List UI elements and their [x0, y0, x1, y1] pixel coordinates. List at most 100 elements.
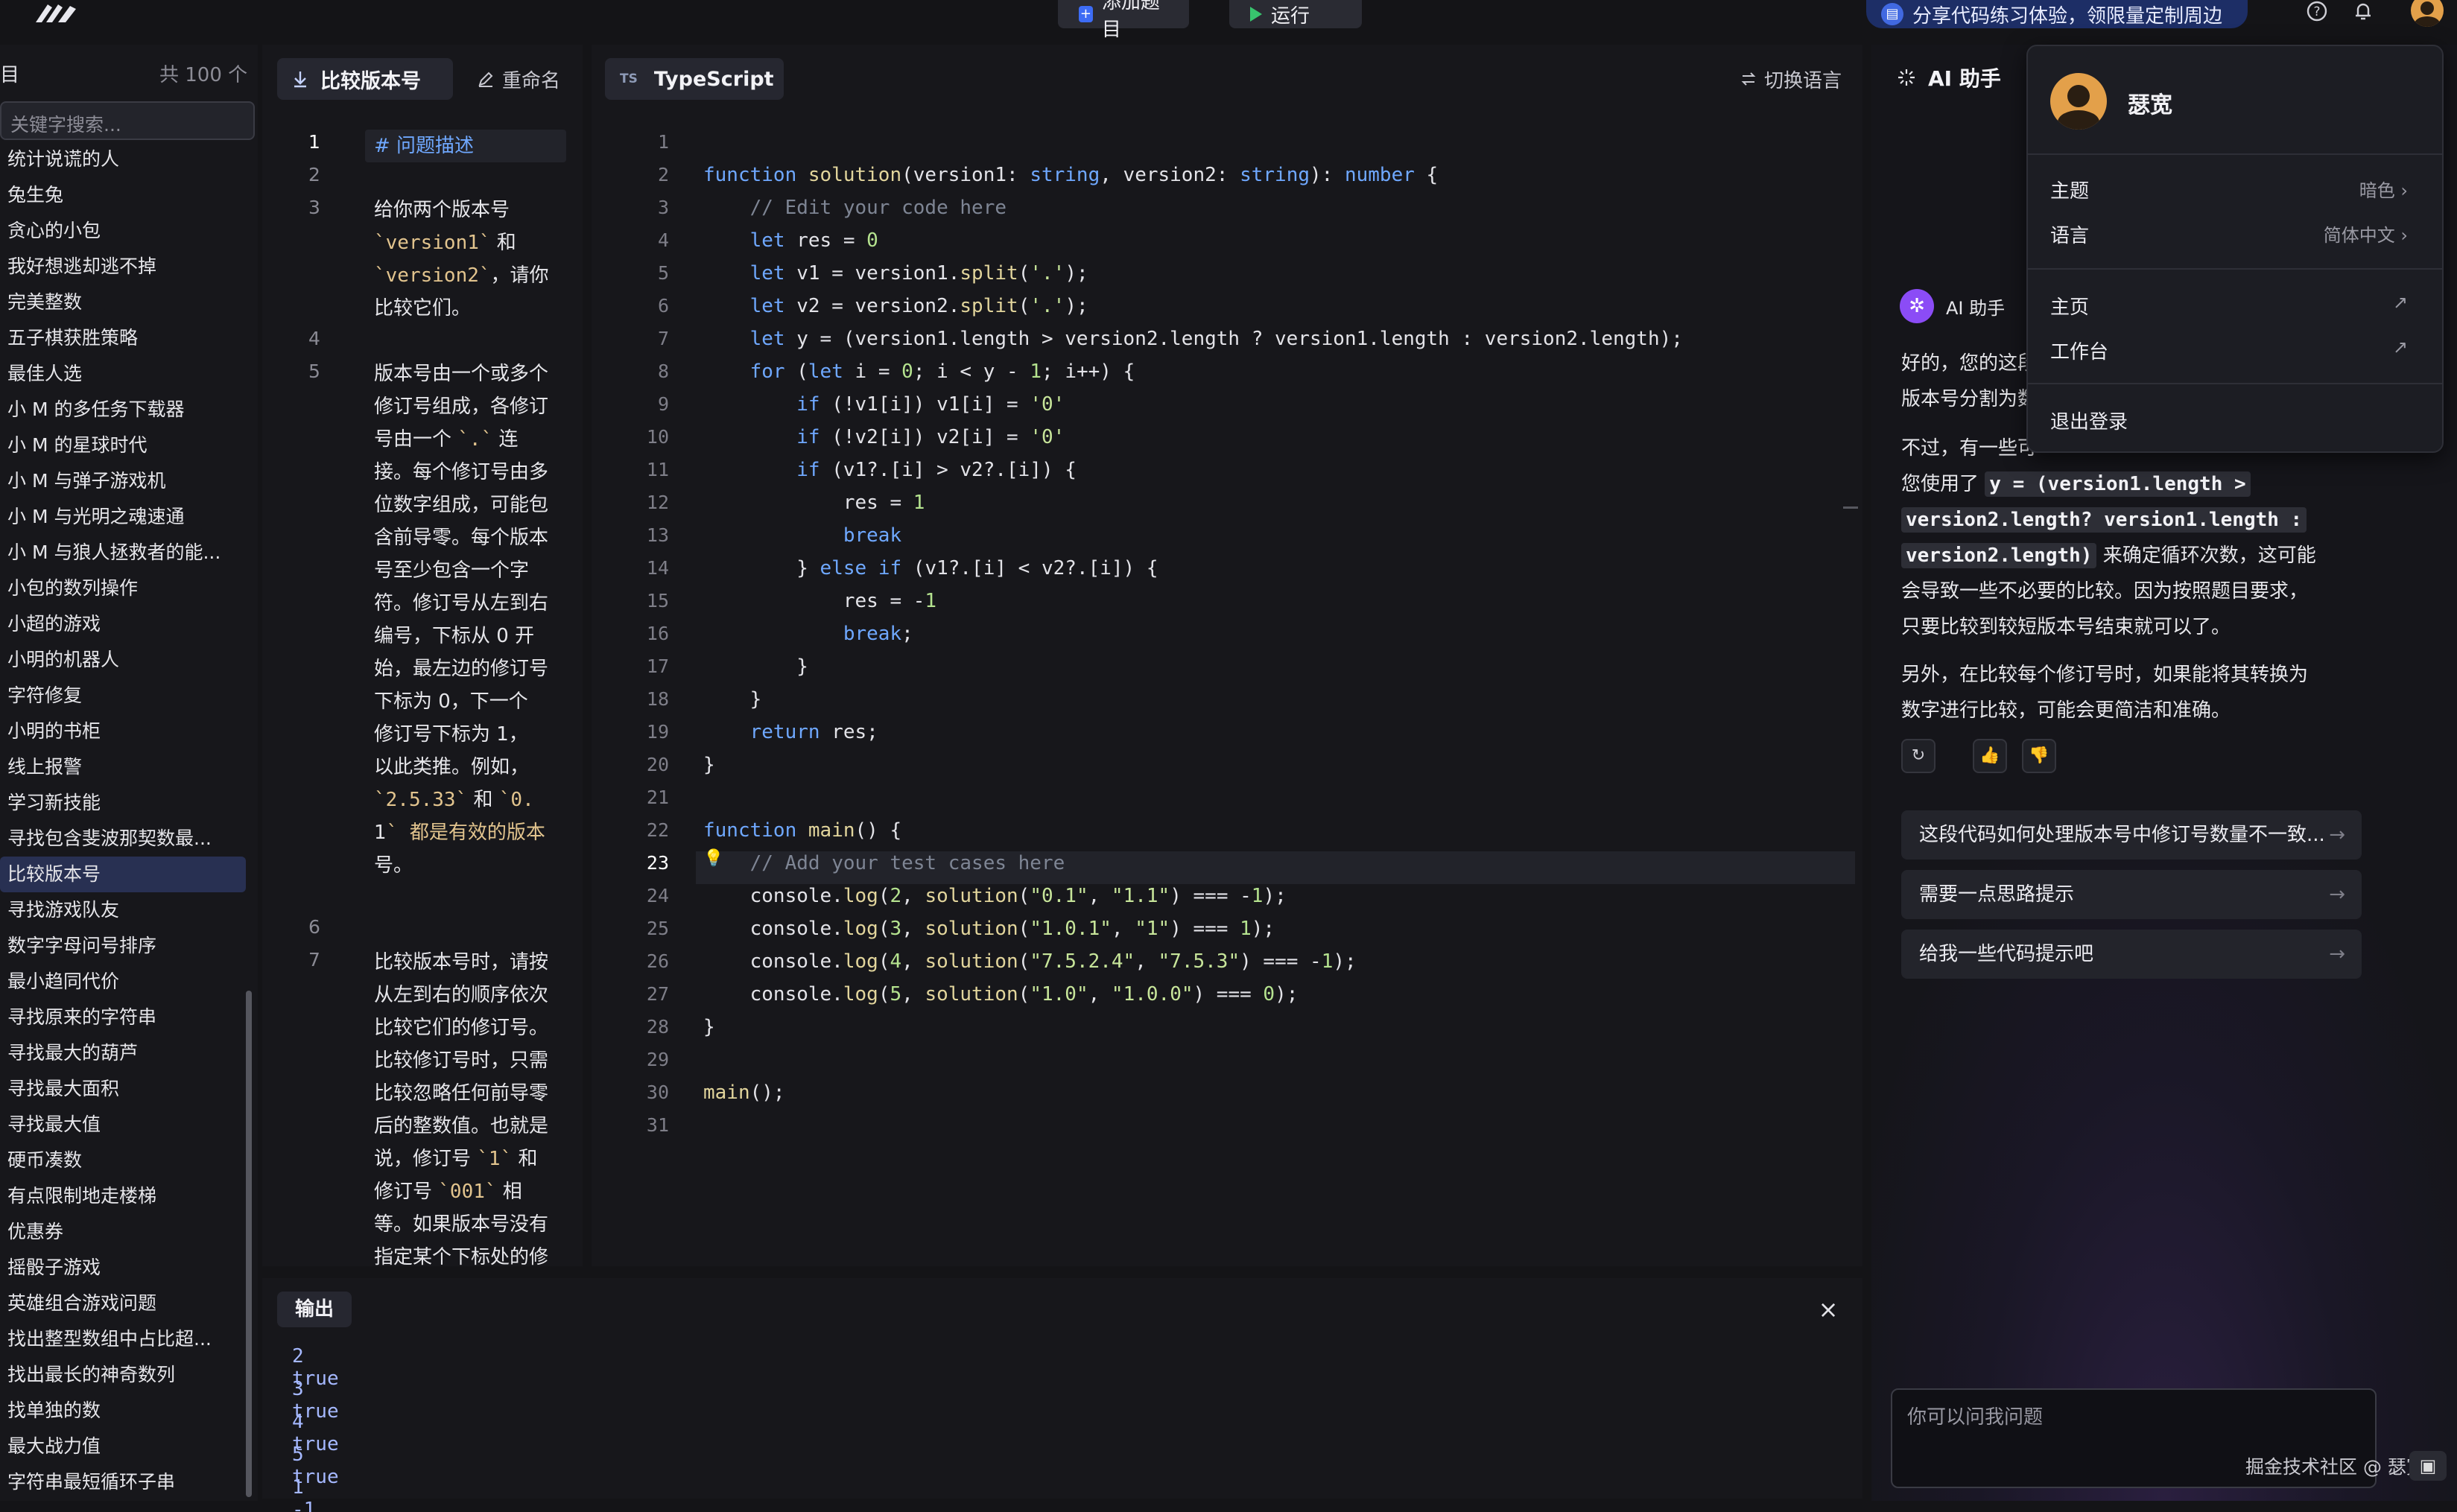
sidebar-scrollbar[interactable]	[246, 991, 252, 1497]
problem-item[interactable]: 数字字母问号排序	[0, 928, 246, 964]
editor-scrollbar[interactable]	[1843, 506, 1858, 509]
suggestion-button[interactable]: 给我一些代码提示吧 →	[1901, 930, 2362, 979]
problem-item[interactable]: 寻找最大的葫芦	[0, 1035, 246, 1071]
problem-item[interactable]: 摇骰子游戏	[0, 1250, 246, 1286]
logo-icon[interactable]	[33, 0, 80, 25]
code-line: }	[703, 655, 808, 678]
problem-item[interactable]: 最佳人选	[0, 356, 246, 392]
problem-item[interactable]: 小 M 与狼人拯救者的能...	[0, 535, 246, 571]
problem-item[interactable]: 小 M 的星球时代	[0, 428, 246, 463]
description-paragraph: 比较版本号时，请按 从左到右的顺序依次 比较它们的修订号。 比较修订号时，只需 比较忽略…	[374, 946, 560, 1266]
problem-item[interactable]: 找出整型数组中占比超...	[0, 1321, 246, 1357]
download-icon	[294, 72, 306, 88]
ai-message-header: ✲ AI 助手	[1900, 289, 2005, 323]
ai-assistant-title: AI 助手	[1897, 63, 2001, 92]
problem-item[interactable]: 找出最长的神奇数列	[0, 1357, 246, 1393]
code-line: let v1 = version1.split('.');	[749, 262, 1088, 285]
description-line: 修订号组成，各修订	[374, 396, 549, 418]
problem-item[interactable]: 小超的游戏	[0, 606, 246, 642]
suggestion-button[interactable]: 需要一点思路提示 →	[1901, 870, 2362, 919]
code-editor[interactable]: 1 2 function solution(version1: string, ve…	[592, 125, 1858, 1266]
menu-item-language[interactable]: 语言 简体中文 ›	[2050, 220, 2408, 248]
tab-output[interactable]: 输出	[277, 1292, 352, 1327]
line-number: 6	[657, 295, 669, 317]
code-line: if (!v1[i]) v1[i] = '0'	[796, 393, 1065, 416]
line-number: 8	[657, 360, 669, 382]
ai-message-paragraph: 另外，在比较每个修订号时，如果能将其转换为 数字进行比较，可能会更简洁和准确。	[1901, 664, 2309, 722]
code-line: for (let i = 0; i < y - 1; i++) {	[749, 360, 1135, 383]
problem-item[interactable]: 完美整数	[0, 285, 246, 320]
share-banner[interactable]: ▤ 分享代码练习体验，领限量定制周边	[1866, 0, 2248, 28]
problem-item[interactable]: 最大战力值	[0, 1429, 246, 1464]
line-number: 2	[308, 164, 320, 185]
line-number: 16	[646, 623, 669, 644]
line-number: 15	[646, 590, 669, 612]
problem-item[interactable]: 寻找原来的字符串	[0, 1000, 246, 1035]
menu-item-workbench[interactable]: 工作台 ↗	[2050, 337, 2408, 364]
description-line: `version2`，请你	[374, 264, 549, 287]
problem-item[interactable]: 小包的数列操作	[0, 571, 246, 606]
menu-item-logout[interactable]: 退出登录	[2050, 407, 2408, 434]
line-number: 31	[646, 1114, 669, 1136]
code-line: // Edit your code here	[749, 197, 1006, 219]
search-input[interactable]: 关键字搜索...	[0, 101, 255, 140]
menu-item-theme[interactable]: 主题 暗色 ›	[2050, 176, 2408, 203]
problem-item[interactable]: 寻找游戏队友	[0, 892, 246, 928]
problem-item[interactable]: 比较版本号	[0, 857, 246, 892]
problem-item[interactable]: 线上报警	[0, 749, 246, 785]
switch-language-button[interactable]: 切换语言	[1740, 58, 1842, 100]
code-line: return res;	[749, 721, 878, 743]
menu-item-home[interactable]: 主页 ↗	[2050, 292, 2408, 320]
problem-item[interactable]: 硬币凑数	[0, 1143, 246, 1178]
description-line: 从左到右的顺序依次	[374, 984, 549, 1006]
bell-icon[interactable]	[2350, 0, 2377, 25]
send-icon[interactable]: ▣	[2409, 1451, 2447, 1481]
code-line: break	[843, 524, 902, 547]
line-number: 23	[646, 852, 669, 874]
tab-typescript[interactable]: TS TypeScript	[605, 58, 784, 100]
problem-item[interactable]: 找单独的数	[0, 1393, 246, 1429]
description-line: 比较它们。	[374, 297, 472, 320]
problem-item[interactable]: 统计说谎的人	[0, 142, 246, 177]
problem-item[interactable]: 我好想逃却逃不掉	[0, 249, 246, 285]
problem-item[interactable]: 兔生兔	[0, 177, 246, 213]
problem-item[interactable]: 字符串最短循环子串	[0, 1464, 246, 1497]
problem-item[interactable]: 五子棋获胜策略	[0, 320, 246, 356]
close-output-button[interactable]: ×	[1813, 1292, 1843, 1327]
problem-item[interactable]: 小明的机器人	[0, 642, 246, 678]
problem-item[interactable]: 小 M 与光明之魂速通	[0, 499, 246, 535]
rename-button[interactable]: 重命名	[477, 58, 560, 100]
problem-item[interactable]: 英雄组合游戏问题	[0, 1286, 246, 1321]
problem-item[interactable]: 寻找最大面积	[0, 1071, 246, 1107]
description-line: 始，最左边的修订号	[374, 658, 549, 680]
code-line: }	[703, 688, 762, 711]
help-icon[interactable]: ?	[2304, 0, 2330, 25]
problem-item[interactable]: 寻找最大值	[0, 1107, 246, 1143]
problem-item[interactable]: 有点限制地走楼梯	[0, 1178, 246, 1214]
sparkle-icon	[1898, 69, 1915, 86]
run-button[interactable]: 运行	[1229, 0, 1362, 28]
problem-item[interactable]: 小 M 的多任务下载器	[0, 392, 246, 428]
suggestion-button[interactable]: 这段代码如何处理版本号中修订号数量不一致... →	[1901, 810, 2362, 860]
ai-avatar-icon: ✲	[1900, 289, 1934, 323]
problem-item[interactable]: 最小趋同代价	[0, 964, 246, 1000]
problem-item[interactable]: 字符修复	[0, 678, 246, 714]
problem-item[interactable]: 寻找包含斐波那契数最...	[0, 821, 246, 857]
chevron-right-icon: ›	[2400, 180, 2408, 201]
line-number: 6	[308, 916, 320, 938]
problem-item[interactable]: 小 M 与弹子游戏机	[0, 463, 246, 499]
lightbulb-icon[interactable]: 💡	[703, 849, 723, 868]
problem-item[interactable]: 小明的书柜	[0, 714, 246, 749]
thumbs-down-icon[interactable]: 👎	[2022, 739, 2056, 773]
regenerate-icon[interactable]: ↻	[1901, 739, 1936, 773]
line-number: 29	[646, 1049, 669, 1070]
avatar[interactable]	[2411, 0, 2444, 27]
description-line: `version1` 和	[374, 232, 516, 254]
add-problem-button[interactable]: + 添加题目	[1058, 0, 1189, 41]
tab-problem-description[interactable]: 比较版本号	[277, 58, 453, 100]
thumbs-up-icon[interactable]: 👍	[1973, 739, 2007, 773]
problem-item[interactable]: 优惠券	[0, 1214, 246, 1250]
problem-item[interactable]: 贪心的小包	[0, 213, 246, 249]
sidebar-header: 目 共 100 个	[0, 55, 258, 89]
problem-item[interactable]: 学习新技能	[0, 785, 246, 821]
